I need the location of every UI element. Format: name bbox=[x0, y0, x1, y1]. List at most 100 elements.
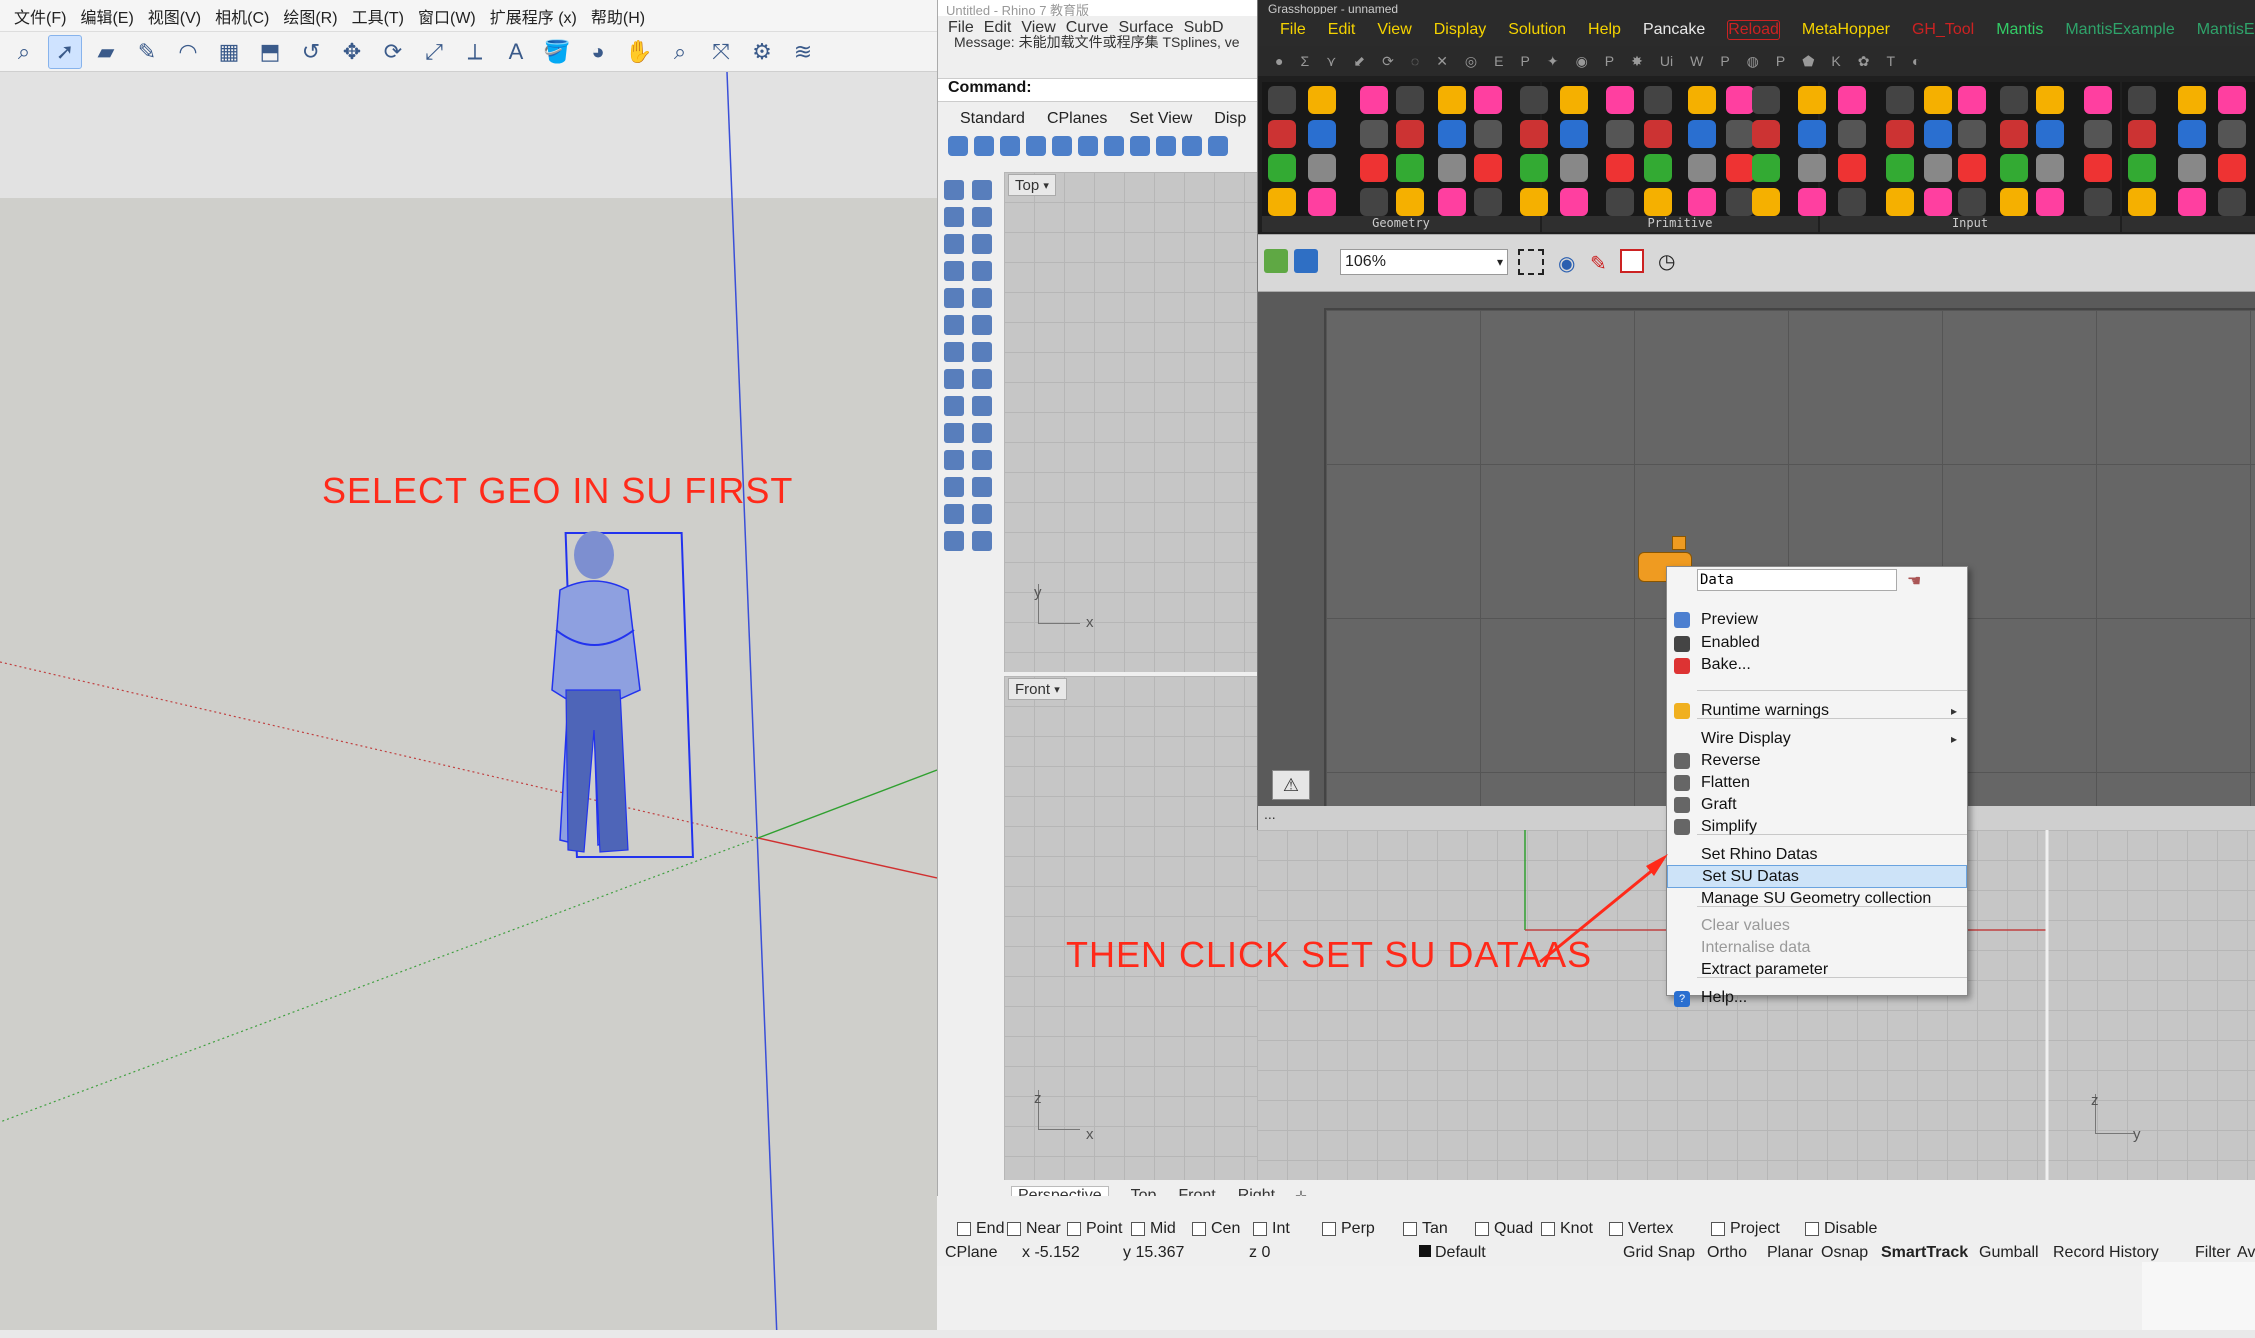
gh-component-icon[interactable] bbox=[1924, 86, 1952, 114]
gh-component-icon[interactable] bbox=[1886, 188, 1914, 216]
rhino-side-tool-icon[interactable] bbox=[972, 369, 992, 389]
gh-component-icon[interactable] bbox=[1924, 120, 1952, 148]
rhino-side-tool-icon[interactable] bbox=[944, 477, 964, 497]
rhino-side-tool-icon[interactable] bbox=[944, 369, 964, 389]
status-toggle[interactable]: Gumball bbox=[1979, 1244, 2039, 1262]
gh-component-icon[interactable] bbox=[1798, 120, 1826, 148]
gh-component-icon[interactable] bbox=[1688, 120, 1716, 148]
gh-component-icon[interactable] bbox=[2036, 154, 2064, 182]
gh-menu-item[interactable]: Solution bbox=[1508, 21, 1566, 39]
gh-tab-icon[interactable]: ● bbox=[1275, 53, 1283, 69]
gh-component-icon[interactable] bbox=[1560, 120, 1588, 148]
gh-component-icon[interactable] bbox=[2128, 86, 2156, 114]
gh-component-icon[interactable] bbox=[1396, 120, 1424, 148]
gh-tab-icon[interactable]: ◐ bbox=[1912, 53, 1920, 69]
gh-component-icon[interactable] bbox=[1752, 120, 1780, 148]
gh-component-icon[interactable] bbox=[1360, 120, 1388, 148]
menu-item-clear-values[interactable]: Clear values bbox=[1667, 915, 1967, 938]
gh-tab-icon[interactable]: P bbox=[1520, 53, 1529, 69]
eye-icon[interactable]: ◉ bbox=[1558, 251, 1575, 276]
gh-tab-icon[interactable]: W bbox=[1690, 53, 1703, 69]
gh-component-icon[interactable] bbox=[2218, 120, 2246, 148]
gh-component-icon[interactable] bbox=[1752, 188, 1780, 216]
menu-item-flatten[interactable]: Flatten bbox=[1667, 771, 1967, 794]
gh-tab-icon[interactable]: Σ bbox=[1300, 53, 1309, 69]
person-component[interactable] bbox=[551, 531, 694, 858]
gh-component-icon[interactable] bbox=[1958, 188, 1986, 216]
gh-menu-item[interactable]: View bbox=[1377, 21, 1411, 39]
menu-item-extract-parameter[interactable]: Extract parameter bbox=[1667, 959, 1967, 982]
rhino-side-tool-icon[interactable] bbox=[944, 396, 964, 416]
gh-component-icon[interactable] bbox=[2178, 120, 2206, 148]
rhino-tool-icon[interactable] bbox=[1182, 136, 1202, 156]
gh-component-icon[interactable] bbox=[2218, 154, 2246, 182]
rhino-side-tool-icon[interactable] bbox=[944, 180, 964, 200]
menu-item-set-su-datas[interactable]: Set SU Datas bbox=[1667, 865, 1967, 889]
gh-component-icon[interactable] bbox=[1644, 154, 1672, 182]
gh-menu-item[interactable]: MantisEX bbox=[2197, 21, 2255, 39]
rhino-toolbar-tab[interactable]: CPlanes bbox=[1047, 110, 1107, 132]
rhino-side-tool-icon[interactable] bbox=[972, 477, 992, 497]
gh-component-icon[interactable] bbox=[1474, 188, 1502, 216]
status-toggle[interactable]: Grid Snap bbox=[1623, 1244, 1695, 1262]
sketch-icon[interactable]: ✎ bbox=[1590, 251, 1607, 276]
gh-component-icon[interactable] bbox=[2178, 86, 2206, 114]
rhino-command-line[interactable]: Command: bbox=[938, 78, 1257, 102]
gh-tab-icon[interactable]: K bbox=[1831, 53, 1840, 69]
rhino-tool-icon[interactable] bbox=[1026, 136, 1046, 156]
canvas-widget-icon[interactable]: ⚠ bbox=[1272, 770, 1310, 800]
gh-menu-item[interactable]: MantisExample bbox=[2065, 21, 2174, 39]
gh-component-icon[interactable] bbox=[1360, 86, 1388, 114]
gh-component-icon[interactable] bbox=[1520, 154, 1548, 182]
gh-tab-icon[interactable]: ⬟ bbox=[1802, 53, 1814, 70]
gh-component-icon[interactable] bbox=[1520, 120, 1548, 148]
gh-tab-icon[interactable]: Ui bbox=[1660, 53, 1673, 69]
gh-component-icon[interactable] bbox=[1308, 86, 1336, 114]
menu-item-graft[interactable]: Graft bbox=[1667, 793, 1967, 816]
gh-menu-item[interactable]: Edit bbox=[1328, 21, 1356, 39]
rhino-side-tool-icon[interactable] bbox=[972, 342, 992, 362]
status-toggle[interactable]: Availa bbox=[2237, 1244, 2255, 1262]
rhino-tool-icon[interactable] bbox=[1078, 136, 1098, 156]
rhino-side-tool-icon[interactable] bbox=[972, 531, 992, 551]
gh-menu-item[interactable]: MetaHopper bbox=[1802, 21, 1890, 39]
viewport-front-label[interactable]: Front ▾ bbox=[1008, 678, 1067, 700]
gh-component-icon[interactable] bbox=[1474, 154, 1502, 182]
gh-component-icon[interactable] bbox=[1438, 86, 1466, 114]
gh-component-icon[interactable] bbox=[1560, 154, 1588, 182]
gh-component-icon[interactable] bbox=[1924, 188, 1952, 216]
osnap-checkbox[interactable]: Int bbox=[1253, 1220, 1290, 1238]
osnap-checkbox[interactable]: Tan bbox=[1403, 1220, 1448, 1238]
rhino-side-tool-icon[interactable] bbox=[972, 288, 992, 308]
gh-menu-item[interactable]: Help bbox=[1588, 21, 1621, 39]
gh-component-icon[interactable] bbox=[2084, 154, 2112, 182]
menu-item-internalise-data[interactable]: Internalise data bbox=[1667, 937, 1967, 960]
gh-component-icon[interactable] bbox=[2128, 154, 2156, 182]
gh-tab-icon[interactable]: ◉ bbox=[1576, 53, 1588, 70]
rhino-side-tool-icon[interactable] bbox=[944, 234, 964, 254]
save-file-icon[interactable] bbox=[1294, 249, 1318, 273]
rhino-tool-icon[interactable] bbox=[1208, 136, 1228, 156]
gh-menu-item[interactable]: File bbox=[1280, 21, 1306, 39]
gh-component-icon[interactable] bbox=[1958, 154, 1986, 182]
gh-component-icon[interactable] bbox=[1360, 154, 1388, 182]
zoom-dropdown[interactable]: 106% ▾ bbox=[1340, 249, 1508, 275]
gh-component-icon[interactable] bbox=[1606, 120, 1634, 148]
osnap-checkbox[interactable]: Vertex bbox=[1609, 1220, 1673, 1238]
gh-component-icon[interactable] bbox=[1752, 86, 1780, 114]
status-toggle[interactable]: Osnap bbox=[1821, 1244, 1868, 1262]
gh-component-icon[interactable] bbox=[2036, 120, 2064, 148]
rhino-side-tool-icon[interactable] bbox=[972, 423, 992, 443]
osnap-checkbox[interactable]: Disable bbox=[1805, 1220, 1877, 1238]
gh-menu-item[interactable]: GH_Tool bbox=[1912, 21, 1974, 39]
gh-component-icon[interactable] bbox=[1886, 120, 1914, 148]
gh-component-icon[interactable] bbox=[1520, 188, 1548, 216]
gh-component-icon[interactable] bbox=[1308, 120, 1336, 148]
gh-component-icon[interactable] bbox=[1560, 188, 1588, 216]
gh-component-icon[interactable] bbox=[1438, 120, 1466, 148]
timer-icon[interactable]: ◷ bbox=[1658, 249, 1675, 274]
gh-tab-icon[interactable]: ⟳ bbox=[1382, 53, 1394, 70]
gh-component-icon[interactable] bbox=[1838, 154, 1866, 182]
gh-component-icon[interactable] bbox=[1606, 86, 1634, 114]
viewport-top[interactable]: Top ▾ y x bbox=[1004, 172, 1257, 672]
